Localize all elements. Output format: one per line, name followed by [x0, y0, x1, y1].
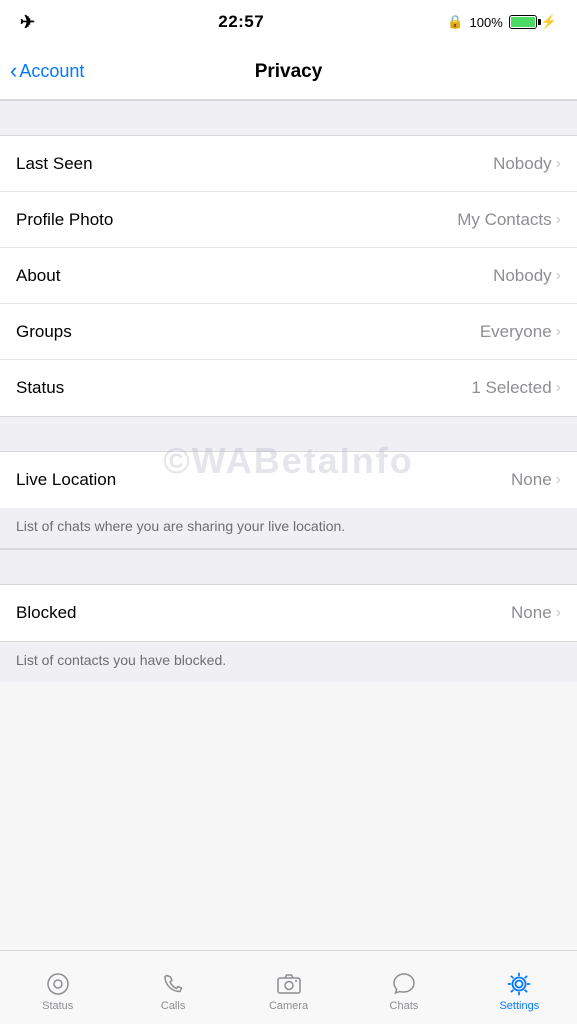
status-bar: ✈ 22:57 🔒 100% ⚡ — [0, 0, 577, 44]
camera-tab-label: Camera — [269, 1000, 308, 1012]
contacts-privacy-group: Last Seen Nobody › Profile Photo My Cont… — [0, 136, 577, 416]
back-chevron-icon: ‹ — [10, 60, 17, 82]
settings-icon — [505, 971, 533, 997]
blocked-label: Blocked — [16, 603, 76, 623]
calls-tab-label: Calls — [161, 1000, 185, 1012]
profile-photo-label: Profile Photo — [16, 210, 113, 230]
status-value: 1 Selected › — [471, 378, 561, 398]
live-location-label: Live Location — [16, 470, 116, 490]
about-value: Nobody › — [493, 266, 561, 286]
settings-tab[interactable]: Settings — [462, 963, 577, 1012]
profile-photo-row[interactable]: Profile Photo My Contacts › — [0, 192, 577, 248]
chats-tab[interactable]: Chats — [346, 963, 461, 1012]
back-button[interactable]: ‹ Account — [10, 61, 84, 82]
main-content: Last Seen Nobody › Profile Photo My Cont… — [0, 100, 577, 762]
live-location-row[interactable]: Live Location None › — [0, 452, 577, 508]
battery-icon — [509, 15, 537, 29]
status-tab-label: Status — [42, 1000, 73, 1012]
chats-icon — [390, 971, 418, 997]
page-title: Privacy — [255, 61, 323, 83]
back-label: Account — [19, 61, 84, 82]
last-seen-row[interactable]: Last Seen Nobody › — [0, 136, 577, 192]
top-section-spacer — [0, 100, 577, 136]
lock-icon: 🔒 — [447, 14, 463, 30]
settings-tab-label: Settings — [499, 1000, 539, 1012]
status-indicators: 🔒 100% ⚡ — [447, 14, 557, 30]
groups-label: Groups — [16, 322, 72, 342]
about-label: About — [16, 266, 60, 286]
about-chevron-icon: › — [556, 267, 561, 285]
status-row[interactable]: Status 1 Selected › — [0, 360, 577, 416]
profile-photo-chevron-icon: › — [556, 211, 561, 229]
last-seen-chevron-icon: › — [556, 155, 561, 173]
charging-bolt: ⚡ — [541, 14, 557, 30]
status-time: 22:57 — [218, 12, 264, 32]
live-location-description: List of chats where you are sharing your… — [0, 508, 577, 549]
groups-chevron-icon: › — [556, 323, 561, 341]
status-chevron-icon: › — [556, 379, 561, 397]
live-location-group: Live Location None › — [0, 452, 577, 508]
blocked-description: List of contacts you have blocked. — [0, 641, 577, 682]
camera-tab[interactable]: Camera — [231, 963, 346, 1012]
calls-icon — [159, 971, 187, 997]
status-tab[interactable]: Status — [0, 963, 115, 1012]
live-location-chevron-icon: › — [556, 471, 561, 489]
blocked-chevron-icon: › — [556, 604, 561, 622]
groups-row[interactable]: Groups Everyone › — [0, 304, 577, 360]
blocked-section-spacer — [0, 549, 577, 585]
status-privacy-label: Status — [16, 378, 64, 398]
calls-tab[interactable]: Calls — [115, 963, 230, 1012]
blocked-row[interactable]: Blocked None › — [0, 585, 577, 641]
tab-bar: Status Calls Camera Chats — [0, 950, 577, 1024]
profile-photo-value: My Contacts › — [457, 210, 561, 230]
blocked-value: None › — [511, 603, 561, 623]
camera-icon — [275, 971, 303, 997]
navigation-bar: ‹ Account Privacy — [0, 44, 577, 100]
about-row[interactable]: About Nobody › — [0, 248, 577, 304]
blocked-group: Blocked None › — [0, 585, 577, 641]
status-icon — [44, 971, 72, 997]
chats-tab-label: Chats — [390, 1000, 419, 1012]
battery-percent: 100% — [470, 15, 503, 30]
last-seen-label: Last Seen — [16, 154, 93, 174]
mid-section-spacer — [0, 416, 577, 452]
airplane-mode-icon: ✈ — [20, 12, 35, 33]
last-seen-value: Nobody › — [493, 154, 561, 174]
groups-value: Everyone › — [480, 322, 561, 342]
live-location-value: None › — [511, 470, 561, 490]
